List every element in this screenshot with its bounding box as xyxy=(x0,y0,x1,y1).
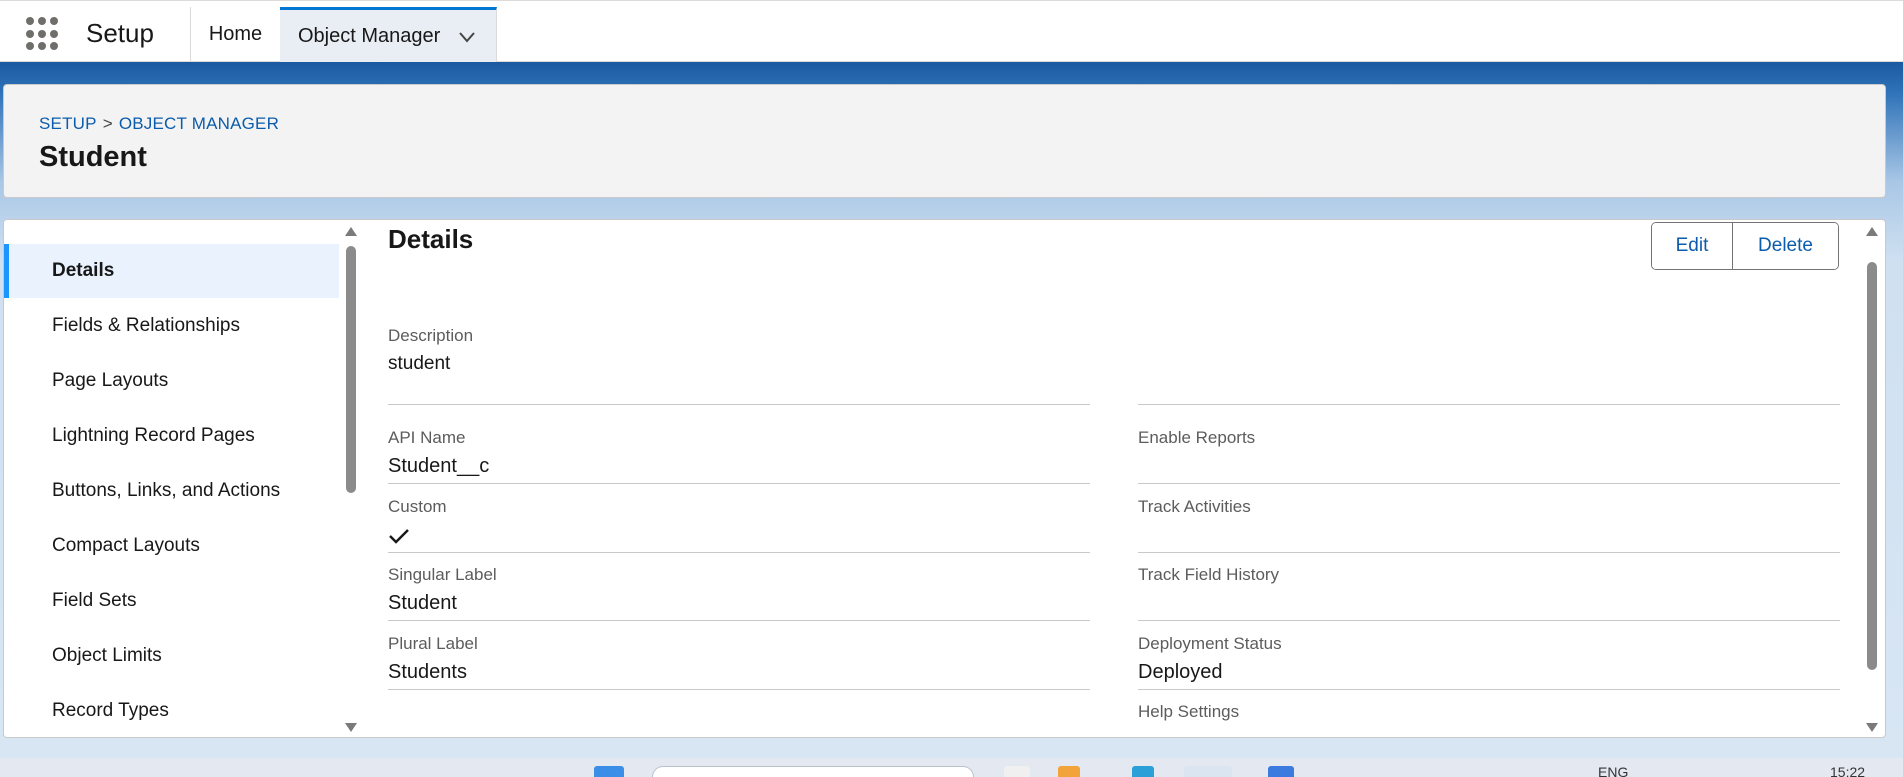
app-launcher-icon[interactable] xyxy=(26,17,60,51)
field-divider xyxy=(1138,620,1840,621)
scroll-down-icon[interactable] xyxy=(345,723,357,732)
field-divider xyxy=(1138,552,1840,553)
field-divider xyxy=(1138,689,1840,690)
field-value: Deployed xyxy=(1138,661,1223,683)
breadcrumb-separator: > xyxy=(102,114,113,133)
field-singular-label: Singular Label Student xyxy=(388,565,1090,627)
field-custom: Custom xyxy=(388,497,1090,559)
scroll-up-icon[interactable] xyxy=(345,227,357,236)
taskbar-app-icon[interactable] xyxy=(1004,766,1030,777)
system-clock[interactable]: 15:22 xyxy=(1830,764,1865,777)
field-divider xyxy=(388,620,1090,621)
sidebar-scrollbar[interactable] xyxy=(344,220,358,737)
sidebar-item-object-limits[interactable]: Object Limits xyxy=(4,629,339,683)
os-taskbar: ENG 15:22 xyxy=(0,758,1903,777)
content-scrollbar[interactable] xyxy=(1865,220,1879,737)
edge-browser-icon[interactable] xyxy=(1132,766,1154,777)
field-divider xyxy=(388,552,1090,553)
sidebar-item-record-types[interactable]: Record Types xyxy=(4,684,339,737)
field-label: Custom xyxy=(388,497,447,516)
scroll-down-icon[interactable] xyxy=(1866,723,1878,732)
content-scroll-thumb[interactable] xyxy=(1867,262,1877,670)
field-deployment-status: Deployment Status Deployed xyxy=(1138,634,1840,696)
field-divider xyxy=(388,689,1090,690)
sidebar-item-compact-layouts[interactable]: Compact Layouts xyxy=(4,519,339,573)
tab-object-manager-label: Object Manager xyxy=(298,25,441,47)
tab-object-manager[interactable]: Object Manager xyxy=(280,7,497,63)
page-header: SETUP > OBJECT MANAGER Student xyxy=(3,84,1886,198)
chrome-browser-icon[interactable] xyxy=(1184,766,1232,777)
edit-button[interactable]: Edit xyxy=(1652,223,1733,269)
windows-start-icon[interactable] xyxy=(594,766,624,777)
field-track-activities: Track Activities xyxy=(1138,497,1840,559)
chevron-down-icon[interactable] xyxy=(458,30,476,44)
tab-home[interactable]: Home xyxy=(191,7,280,62)
field-label: Track Field History xyxy=(1138,565,1280,584)
action-button-group: Edit Delete xyxy=(1651,222,1839,270)
taskbar-search-box[interactable] xyxy=(652,766,974,777)
field-description: Description student xyxy=(388,326,1090,406)
field-divider xyxy=(388,483,1090,484)
mail-icon[interactable] xyxy=(1268,766,1294,777)
sidebar-item-lightning-record-pages[interactable]: Lightning Record Pages xyxy=(4,409,339,463)
sidebar-nav: Details Fields & Relationships Page Layo… xyxy=(4,220,362,737)
field-divider xyxy=(1138,483,1840,484)
field-value: Student__c xyxy=(388,455,490,477)
field-api-name: API Name Student__c xyxy=(388,428,1090,490)
scroll-up-icon[interactable] xyxy=(1866,227,1878,236)
field-label: Plural Label xyxy=(388,634,478,653)
field-value: Students xyxy=(388,661,467,683)
field-help-settings: Help Settings xyxy=(1138,702,1840,737)
field-label: Enable Reports xyxy=(1138,428,1256,447)
breadcrumb-setup[interactable]: SETUP xyxy=(39,114,97,133)
field-track-field-history: Track Field History xyxy=(1138,565,1840,627)
main-panel: Details Fields & Relationships Page Layo… xyxy=(3,219,1886,738)
sidebar-item-fields-relationships[interactable]: Fields & Relationships xyxy=(4,299,339,353)
check-icon xyxy=(389,529,409,544)
global-header: Setup Home Object Manager xyxy=(0,0,1903,63)
field-label: Track Activities xyxy=(1138,497,1251,516)
breadcrumb-object-manager[interactable]: OBJECT MANAGER xyxy=(119,114,279,133)
delete-button[interactable]: Delete xyxy=(1733,223,1838,269)
field-divider xyxy=(388,404,1090,405)
field-label: API Name xyxy=(388,428,466,447)
field-label: Singular Label xyxy=(388,565,497,584)
field-label: Deployment Status xyxy=(1138,634,1282,653)
field-divider xyxy=(1138,404,1840,405)
sidebar-item-details[interactable]: Details xyxy=(4,244,339,298)
sidebar-item-page-layouts[interactable]: Page Layouts xyxy=(4,354,339,408)
field-enable-reports: Enable Reports xyxy=(1138,428,1840,490)
sidebar-scroll-thumb[interactable] xyxy=(346,246,356,493)
details-heading: Details xyxy=(388,224,474,254)
language-indicator[interactable]: ENG xyxy=(1598,764,1628,777)
sidebar-item-buttons-links-actions[interactable]: Buttons, Links, and Actions xyxy=(4,464,339,518)
app-name: Setup xyxy=(86,18,154,48)
sidebar-item-field-sets[interactable]: Field Sets xyxy=(4,574,339,628)
field-value: Student xyxy=(388,592,457,614)
field-label: Help Settings xyxy=(1138,702,1240,721)
page-title: Student xyxy=(39,141,147,173)
file-explorer-icon[interactable] xyxy=(1058,766,1080,777)
field-label: Description xyxy=(388,326,474,345)
breadcrumb: SETUP > OBJECT MANAGER xyxy=(39,114,279,134)
field-description-spacer xyxy=(1138,326,1840,406)
field-plural-label: Plural Label Students xyxy=(388,634,1090,696)
field-value: student xyxy=(388,353,451,374)
